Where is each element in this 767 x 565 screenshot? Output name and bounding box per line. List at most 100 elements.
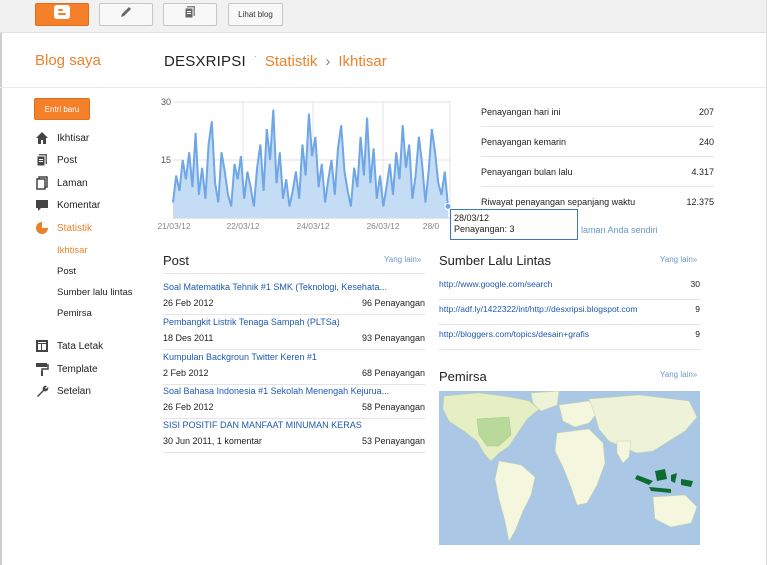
post-date: 30 Jun 2011, 1 komentar — [163, 436, 262, 446]
list-item: SISI POSITIF DAN MANFAAT MINUMAN KERAS 3… — [163, 418, 425, 453]
source-url-link[interactable]: http://www.google.com/search — [439, 279, 552, 289]
view-blog-button[interactable]: Lihat blog — [228, 3, 283, 26]
post-views: 93 Penayangan — [361, 333, 425, 343]
pageviews-chart[interactable]: 30 15 21/03/12 22/03/12 24/03/12 26/03/12 28/0 — [155, 95, 455, 235]
post-title-link[interactable]: Soal Matematika Tehnik #1 SMK (Teknologi… — [163, 282, 403, 292]
comment-icon — [35, 198, 49, 212]
stat-row: Penayangan kemarin 240 — [481, 127, 714, 157]
post-views: 58 Penayangan — [361, 402, 425, 412]
posts-more-link[interactable]: Yang lain» — [384, 255, 421, 264]
posts-icon — [35, 153, 49, 167]
stat-row: Riwayat penayangan sepanjang waktu 12.37… — [481, 187, 714, 217]
sidebar-subitem-audience[interactable]: Pemirsa — [57, 308, 92, 319]
sources-more-link[interactable]: Yang lain» — [660, 255, 697, 264]
sidebar-item-stats[interactable]: Statistik — [35, 219, 92, 237]
my-blogs-link[interactable]: Blog saya — [35, 52, 101, 69]
new-post-button[interactable]: Entri baru — [34, 98, 90, 120]
sidebar-item-label: Laman — [57, 177, 88, 189]
world-map-svg — [442, 391, 698, 542]
blog-selector-dot[interactable]: · — [254, 51, 257, 61]
sidebar-item-comments[interactable]: Komentar — [35, 196, 100, 214]
sidebar-subitem-traffic-sources[interactable]: Sumber lalu lintas — [57, 287, 133, 298]
pages-icon — [182, 4, 198, 25]
post-date: 18 Des 2011 — [163, 333, 214, 343]
blogger-logo-icon — [52, 4, 72, 25]
post-title-link[interactable]: SISI POSITIF DAN MANFAAT MINUMAN KERAS — [163, 420, 403, 430]
south-america-shape — [494, 460, 536, 542]
sidebar-item-label: Statistik — [57, 222, 93, 234]
breadcrumb-stats[interactable]: Statistik — [265, 53, 318, 70]
header-divider — [0, 87, 767, 88]
audience-more-link[interactable]: Yang lain» — [660, 370, 697, 379]
asia-shape — [588, 394, 698, 454]
chart-x-tick-label: 21/03/12 — [157, 221, 190, 231]
source-count: 30 — [690, 279, 700, 289]
breadcrumb-overview: Ikhtisar — [338, 53, 387, 70]
sidebar-item-label: Post — [57, 154, 78, 166]
post-date: 2 Feb 2012 — [163, 368, 209, 378]
paint-roller-icon — [35, 362, 49, 376]
sidebar-item-settings[interactable]: Setelan — [35, 382, 91, 400]
blogger-home-button[interactable] — [35, 3, 89, 26]
layout-icon — [35, 339, 49, 353]
post-date: 26 Feb 2012 — [163, 402, 214, 412]
stat-label: Penayangan hari ini — [481, 106, 561, 117]
stat-value: 207 — [698, 106, 714, 117]
stat-label: Riwayat penayangan sepanjang waktu — [481, 197, 636, 207]
post-views: 53 Penayangan — [361, 436, 425, 446]
sidebar-item-label: Ikhtisar — [57, 132, 90, 144]
post-title-link[interactable]: Kumpulan Backgroun Twitter Keren #1 — [163, 352, 403, 362]
stat-label: Penayangan bulan lalu — [481, 166, 573, 177]
audience-panel-title: Pemirsa — [439, 369, 487, 384]
pencil-icon — [118, 4, 134, 25]
list-item: Kumpulan Backgroun Twitter Keren #1 2 Fe… — [163, 350, 425, 385]
stat-label: Penayangan kemarin — [481, 136, 567, 147]
source-url-link[interactable]: http://bloggers.com/topics/desain+grafis — [439, 329, 589, 339]
sidebar-item-label: Tata Letak — [57, 340, 104, 352]
post-title-link[interactable]: Soal Bahasa Indonesia #1 Sekolah Menenga… — [163, 386, 403, 396]
indonesia-sulawesi-shape — [671, 473, 677, 483]
stat-value: 240 — [698, 136, 714, 147]
list-item: http://adf.ly/1422322/int/http://desxrip… — [439, 300, 701, 325]
home-icon — [35, 131, 49, 145]
wrench-icon — [35, 384, 49, 398]
post-views: 68 Penayangan — [361, 368, 425, 378]
post-views: 96 Penayangan — [361, 298, 425, 308]
stat-row: Penayangan bulan lalu 4.317 — [481, 157, 714, 187]
pages-toolbar-button[interactable] — [163, 3, 217, 26]
list-item: Soal Matematika Tehnik #1 SMK (Teknologi… — [163, 280, 425, 315]
sidebar-item-overview[interactable]: Ikhtisar — [35, 129, 89, 147]
list-item: Soal Bahasa Indonesia #1 Sekolah Menenga… — [163, 384, 425, 419]
source-url-link[interactable]: http://adf.ly/1422322/int/http://desxrip… — [439, 304, 637, 314]
top-toolbar: Lihat blog — [0, 0, 767, 33]
chart-x-tick-label: 24/03/12 — [296, 221, 329, 231]
source-count: 9 — [695, 304, 700, 314]
post-title-link[interactable]: Pembangkit Listrik Tenaga Sampah (PLTSa) — [163, 317, 403, 327]
posts-panel-divider — [163, 273, 425, 274]
indonesia-java-shape — [649, 487, 671, 493]
sidebar-item-pages[interactable]: Laman — [35, 174, 88, 192]
chart-x-tick-label: 26/03/12 — [366, 221, 399, 231]
sidebar-item-template[interactable]: Template — [35, 360, 98, 378]
indonesia-papua-shape — [681, 479, 693, 487]
india-shape — [616, 440, 632, 464]
indonesia-sumatra-shape — [635, 475, 653, 485]
chart-x-tick-label: 22/03/12 — [226, 221, 259, 231]
audience-world-map[interactable] — [439, 391, 700, 545]
sidebar-item-posts[interactable]: Post — [35, 151, 77, 169]
pageviews-chart-svg: 30 15 21/03/12 22/03/12 24/03/12 26/03/12 28/0 — [157, 97, 452, 231]
pie-chart-icon — [35, 221, 49, 235]
australia-shape — [652, 494, 698, 528]
sidebar-subitem-posts[interactable]: Post — [57, 266, 76, 277]
list-item: Pembangkit Listrik Tenaga Sampah (PLTSa)… — [163, 315, 425, 350]
stat-value: 4.317 — [691, 166, 714, 177]
blog-name[interactable]: DESXRIPSI — [164, 53, 246, 70]
page-icon — [35, 176, 49, 190]
tooltip-views: Penayangan: 3 — [454, 224, 515, 234]
sidebar-subitem-overview[interactable]: Ikhtisar — [57, 245, 88, 256]
sidebar-item-label: Komentar — [57, 199, 101, 211]
sidebar-item-layout[interactable]: Tata Letak — [35, 337, 103, 355]
new-post-toolbar-button[interactable] — [99, 3, 153, 26]
list-item: http://www.google.com/search 30 — [439, 275, 701, 300]
exclude-own-views-link[interactable]: laman Anda sendiri — [581, 225, 658, 235]
